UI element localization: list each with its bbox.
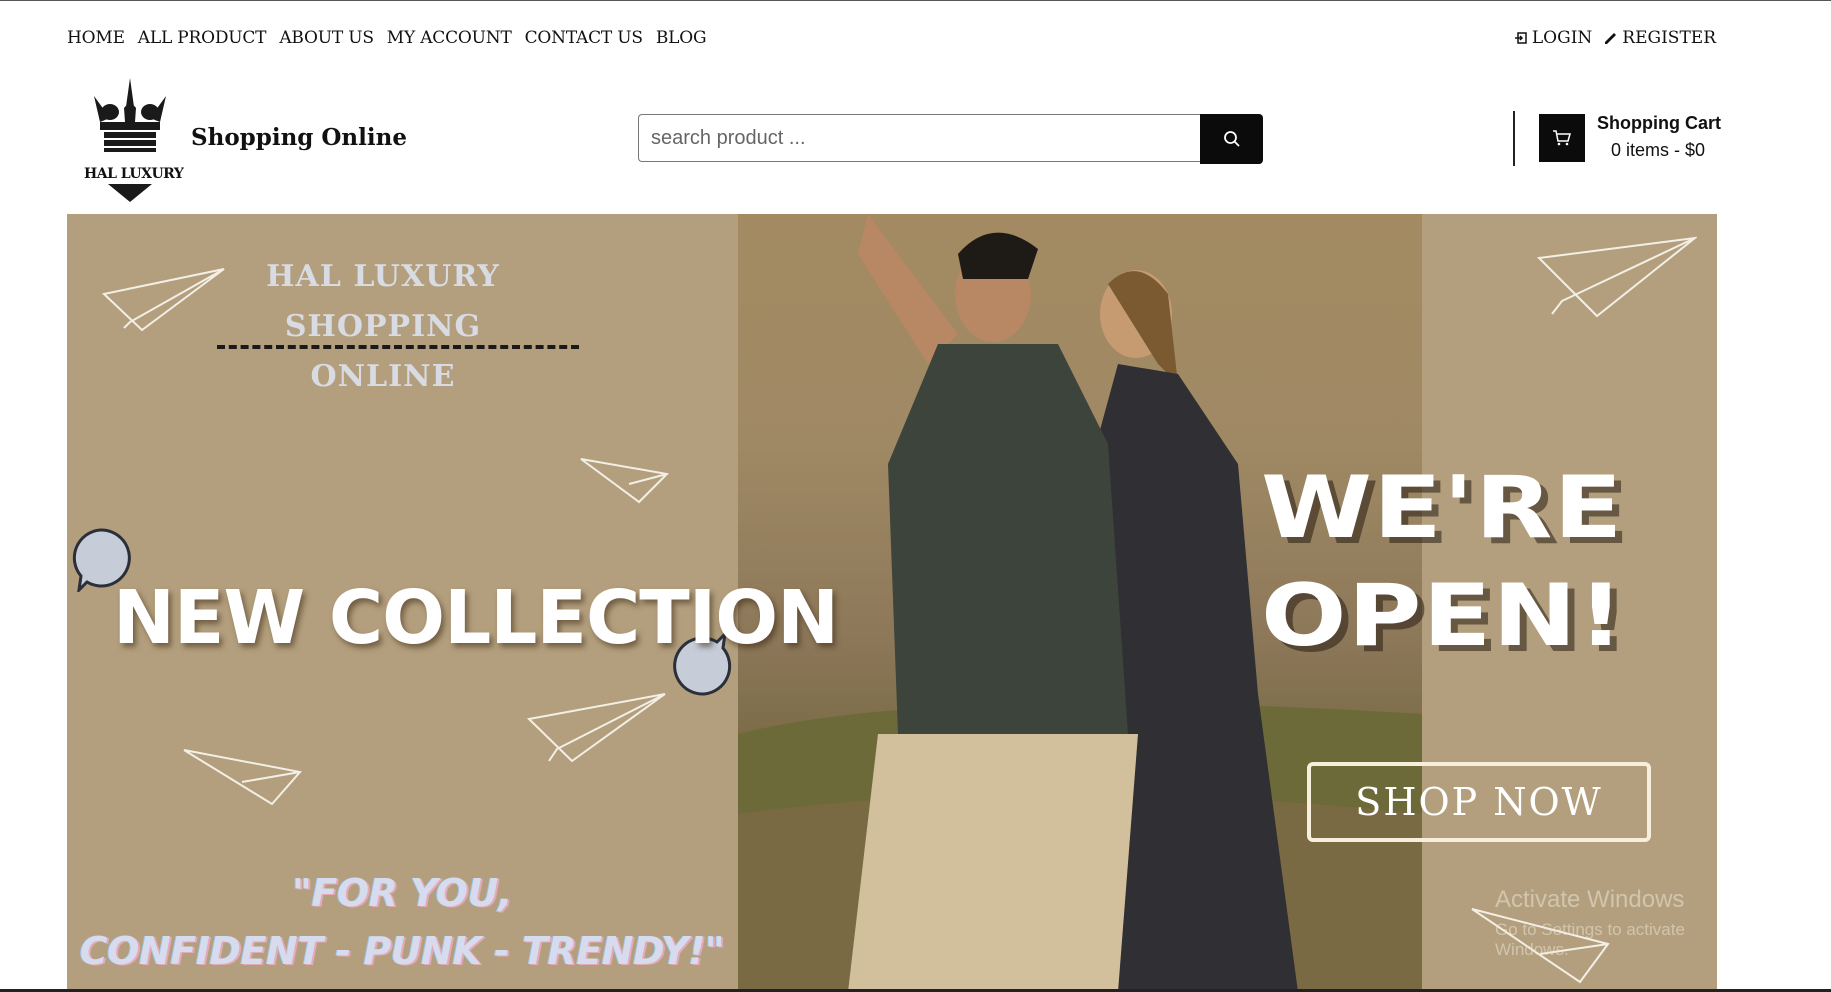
register-link[interactable]: REGISTER [1604, 28, 1716, 48]
auth-links: LOGIN REGISTER [1514, 28, 1716, 48]
paper-plane-icon [102, 268, 225, 332]
top-navigation: HOME ALL PRODUCT ABOUT US MY ACCOUNT CON… [67, 28, 707, 48]
search-bar [638, 114, 1263, 164]
paper-plane-icon [580, 458, 669, 504]
were-open-headline: WE'RE OPEN! [1261, 454, 1625, 670]
activate-windows-hint: Go to Settings to activate Windows. [1495, 920, 1685, 959]
cart-icon [1553, 130, 1571, 146]
banner-brand: HAL LUXURY SHOPPING ONLINE [218, 252, 548, 402]
header-divider [1513, 111, 1515, 166]
slogan-line1: "FOR YOU, [292, 871, 512, 915]
cart-summary: 0 items - $0 [1611, 140, 1706, 160]
paper-plane-icon [527, 693, 666, 763]
banner-brand-line1: HAL LUXURY [266, 259, 500, 294]
register-label: REGISTER [1622, 28, 1716, 48]
shop-now-button[interactable]: SHOP NOW [1307, 762, 1651, 842]
paper-plane-icon [1537, 236, 1697, 318]
nav-about-us[interactable]: ABOUT US [279, 28, 374, 48]
nav-all-product[interactable]: ALL PRODUCT [138, 28, 267, 48]
nav-contact-us[interactable]: CONTACT US [525, 28, 643, 48]
hero-banner[interactable]: HAL LUXURY SHOPPING ONLINE NEW COLLECTIO… [67, 214, 1717, 992]
search-icon [1223, 131, 1240, 147]
slogan-line2: CONFIDENT - PUNK - TRENDY!" [79, 929, 725, 973]
banner-brand-line2: SHOPPING ONLINE [284, 309, 482, 394]
top-border [0, 0, 1831, 1]
nav-blog[interactable]: BLOG [656, 28, 707, 48]
login-icon [1514, 31, 1527, 44]
dashed-underline [217, 345, 579, 349]
site-brand-name[interactable]: Shopping Online [191, 124, 407, 151]
activate-windows-watermark: Activate Windows [1495, 886, 1685, 913]
search-button[interactable] [1200, 114, 1263, 164]
nav-home[interactable]: HOME [67, 28, 125, 48]
new-collection-headline: NEW COLLECTION [113, 575, 839, 661]
cart-title[interactable]: Shopping Cart [1597, 113, 1721, 134]
banner-slogan: "FOR YOU, CONFIDENT - PUNK - TRENDY!" [67, 864, 737, 980]
cart-button[interactable] [1539, 114, 1585, 162]
pencil-icon [1605, 32, 1617, 44]
hal-luxury-logo[interactable] [80, 74, 180, 204]
nav-my-account[interactable]: MY ACCOUNT [387, 28, 512, 48]
search-input[interactable] [638, 114, 1200, 162]
paper-plane-icon [183, 749, 302, 806]
logo-text: HAL LUXURY [84, 166, 184, 182]
open-line1: WE'RE [1261, 458, 1624, 558]
login-label: LOGIN [1531, 28, 1593, 48]
login-link[interactable]: LOGIN [1514, 28, 1592, 48]
open-line2: OPEN! [1261, 566, 1625, 666]
